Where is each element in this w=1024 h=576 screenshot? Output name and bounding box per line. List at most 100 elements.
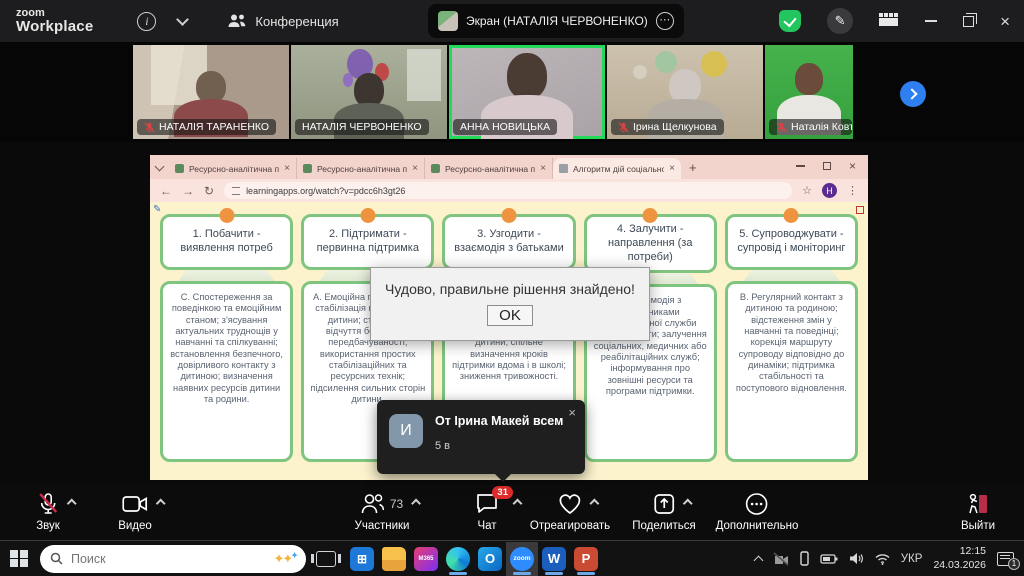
chevron-right-icon [906, 88, 917, 99]
taskbar-app-outlook[interactable]: O [474, 542, 506, 576]
tab-close-icon[interactable]: × [540, 163, 546, 174]
browser-minimize-button[interactable] [796, 165, 805, 167]
window-minimize-button[interactable] [925, 20, 937, 22]
participants-options-chevron[interactable] [411, 499, 421, 509]
column-header-card[interactable]: 5. Супроводжувати - супровід і моніторин… [725, 214, 858, 270]
fullscreen-icon[interactable] [856, 206, 864, 214]
video-tile-participant-3-active-speaker[interactable]: АННА НОВИЦЬКА [449, 45, 605, 139]
flowchart-column-5: 5. Супроводжувати - супровід і моніторин… [725, 214, 858, 462]
chat-notification-popup[interactable]: × И От Ірина Макей всем 5 в [377, 400, 585, 474]
audio-options-chevron[interactable] [67, 499, 77, 509]
browser-tab-4-active[interactable]: Алгоритм дій соціального пе × [553, 158, 681, 179]
chat-unread-badge: 31 [492, 486, 513, 499]
camera-blocked-icon[interactable] [773, 552, 789, 566]
video-strip: НАТАЛІЯ ТАРАНЕНКО НАТАЛІЯ ЧЕРВОНЕНКО АНН… [0, 42, 1024, 142]
language-indicator[interactable]: УКР [901, 553, 923, 565]
react-button[interactable]: Отреагировать [530, 491, 610, 532]
reload-icon[interactable]: ↻ [204, 184, 214, 198]
phone-link-icon[interactable] [800, 551, 809, 566]
chevron-down-icon[interactable] [177, 13, 190, 26]
logo-text-workplace: Workplace [16, 19, 93, 34]
column-header-card[interactable]: 2. Підтримати - первинна підтримка [301, 214, 434, 270]
column-header-card[interactable]: 4. Залучити - направлення (за потреби) [584, 214, 717, 273]
close-icon[interactable]: × [568, 405, 576, 420]
browser-restore-button[interactable] [823, 162, 831, 170]
video-options-chevron[interactable] [156, 499, 166, 509]
leave-button[interactable]: Выйти [961, 491, 995, 532]
tray-expand-chevron[interactable] [753, 555, 763, 565]
video-tile-participant-2[interactable]: НАТАЛІЯ ЧЕРВОНЕНКО [291, 45, 447, 139]
zoom-workplace-logo: zoom Workplace [16, 8, 93, 34]
audio-button[interactable]: Звук [36, 491, 60, 532]
video-tile-participant-4[interactable]: Ірина Щелкунова [607, 45, 763, 139]
edit-pencil-icon[interactable]: ✎ [153, 204, 161, 215]
video-tile-participant-5[interactable]: Наталія Ковтун [765, 45, 853, 139]
task-view-icon[interactable] [316, 551, 336, 567]
tab-shared-screen[interactable]: Экран (НАТАЛІЯ ЧЕРВОНЕНКО) ⋯ [428, 4, 684, 38]
start-button[interactable] [10, 550, 28, 568]
taskbar-app-edge[interactable] [442, 542, 474, 576]
share-options-chevron[interactable] [683, 499, 693, 509]
taskbar-search[interactable]: ✦✦✦ [40, 545, 306, 573]
forward-icon[interactable]: → [182, 184, 194, 198]
wifi-icon[interactable] [875, 553, 890, 565]
taskbar-app-powerpoint[interactable]: P [570, 542, 602, 576]
tab-favicon [303, 164, 312, 173]
tab-close-icon[interactable]: × [669, 163, 675, 174]
participants-button[interactable]: 73 Участники [355, 491, 410, 532]
annotation-pencil-icon[interactable]: ✎ [827, 8, 853, 34]
search-input[interactable] [71, 552, 266, 566]
back-icon[interactable]: ← [160, 184, 172, 198]
address-bar[interactable]: learningapps.org/watch?v=pdcc6h3gt26 [224, 182, 792, 199]
browser-close-button[interactable]: × [849, 160, 856, 172]
ok-button[interactable]: OK [487, 305, 533, 326]
browser-window-controls: × [796, 160, 868, 179]
chat-options-chevron[interactable] [513, 499, 523, 509]
taskbar-app-m365[interactable]: M365 [410, 542, 442, 576]
browser-tab-2[interactable]: Ресурсно-аналітична практи × [297, 158, 425, 179]
speaker-icon[interactable] [849, 552, 864, 565]
profile-avatar[interactable]: H [822, 183, 837, 198]
camera-icon [122, 495, 148, 513]
video-button[interactable]: Видео [118, 491, 152, 532]
browser-tab-1[interactable]: Ресурсно-аналітична практи × [169, 158, 297, 179]
window-close-button[interactable]: × [1000, 13, 1010, 30]
tab-close-icon[interactable]: × [284, 163, 290, 174]
column-body-card[interactable]: С. Спостереження за поведінкою та емоцій… [160, 281, 293, 462]
tab-meeting[interactable]: Конференция [227, 13, 338, 29]
column-body-card[interactable]: В. Регулярний контакт з дитиною та родин… [725, 281, 858, 462]
react-options-chevron[interactable] [590, 499, 600, 509]
tab-more-icon[interactable]: ⋯ [656, 12, 674, 30]
taskbar-app-explorer[interactable] [378, 542, 410, 576]
column-header-card[interactable]: 3. Узгодити - взаємодія з батьками [442, 214, 575, 270]
security-shield-icon[interactable] [779, 10, 801, 32]
taskbar-app-word[interactable]: W [538, 542, 570, 576]
ellipsis-icon [745, 492, 769, 516]
tab-search-chevron-icon[interactable] [155, 162, 165, 172]
browser-menu-icon[interactable]: ⋮ [847, 184, 858, 197]
taskbar-app-store[interactable]: ⊞ [346, 542, 378, 576]
meeting-info-icon[interactable]: i [137, 12, 156, 31]
participants-icon [361, 493, 385, 515]
tab-close-icon[interactable]: × [412, 163, 418, 174]
store-icon: ⊞ [350, 547, 374, 571]
site-settings-icon[interactable] [232, 187, 240, 195]
apps-grid-icon[interactable] [879, 13, 899, 29]
browser-navbar: ← → ↻ learningapps.org/watch?v=pdcc6h3gt… [150, 179, 868, 202]
column-header-card[interactable]: 1. Побачити - виявлення потреб [160, 214, 293, 270]
share-button[interactable]: Поделиться [632, 491, 696, 532]
taskbar-clock[interactable]: 12:15 24.03.2026 [933, 545, 986, 571]
video-tile-participant-1[interactable]: НАТАЛІЯ ТАРАНЕНКО [133, 45, 289, 139]
notification-center-icon[interactable]: 1 [997, 552, 1014, 566]
share-screen-icon [653, 493, 675, 515]
bookmark-star-icon[interactable]: ☆ [802, 184, 812, 197]
more-button[interactable]: Дополнительно [716, 491, 799, 532]
next-participants-page-button[interactable] [900, 81, 926, 107]
new-tab-button[interactable]: + [689, 160, 697, 175]
taskbar-app-zoom[interactable]: zoom [506, 542, 538, 576]
chat-button[interactable]: 31 Чат [475, 491, 499, 532]
heart-icon [558, 493, 582, 515]
battery-icon[interactable] [820, 553, 838, 565]
window-restore-button[interactable] [963, 16, 974, 27]
browser-tab-3[interactable]: Ресурсно-аналітична практи × [425, 158, 553, 179]
